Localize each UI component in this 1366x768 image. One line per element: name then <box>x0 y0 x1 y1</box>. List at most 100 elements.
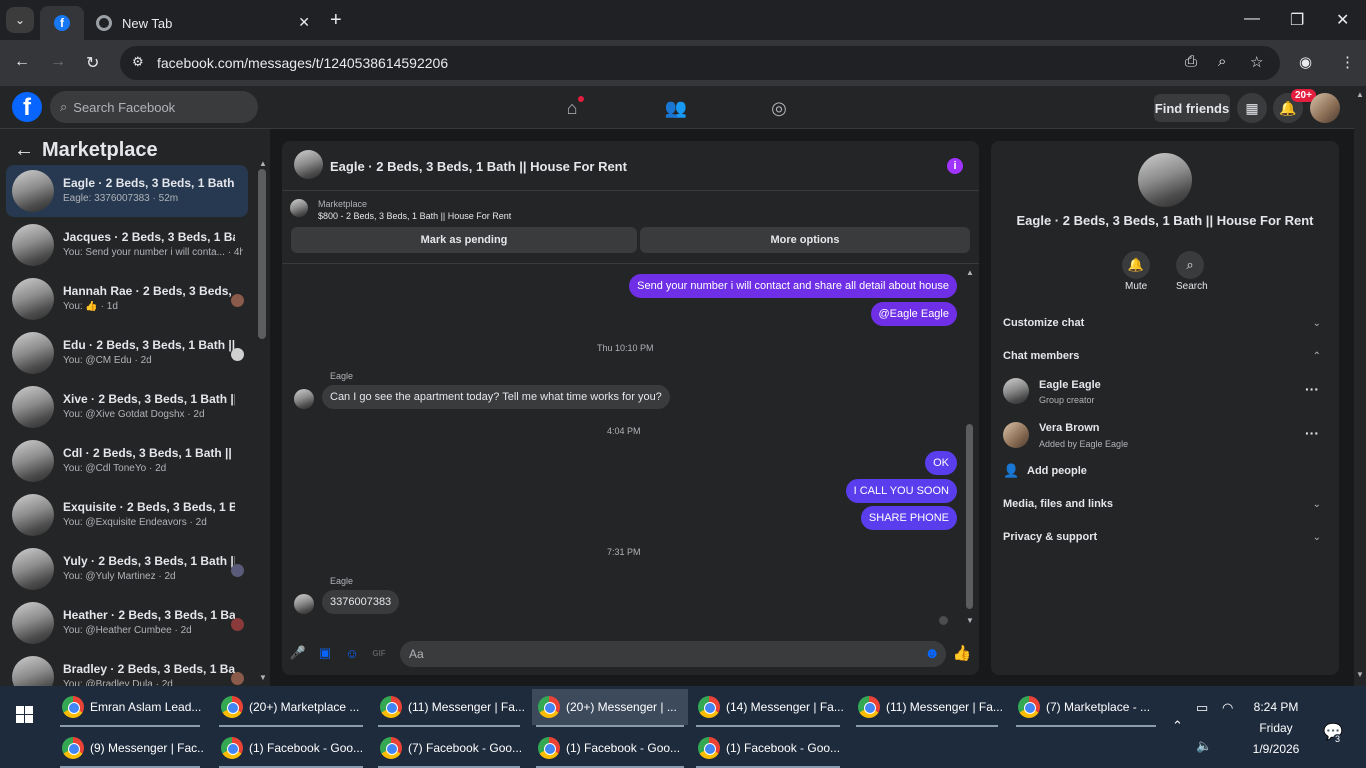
restore-button[interactable]: ❐ <box>1290 10 1304 30</box>
install-app-icon[interactable]: ⎙ <box>1185 53 1197 70</box>
member-avatar[interactable] <box>1003 378 1029 404</box>
message-outgoing[interactable]: OK <box>925 451 957 475</box>
close-tab-icon[interactable]: ✕ <box>298 14 310 31</box>
message-outgoing[interactable]: Send your number i will contact and shar… <box>629 274 957 298</box>
reload-button[interactable]: ↻ <box>86 53 99 73</box>
taskbar-window-button[interactable]: (9) Messenger | Fac... <box>56 730 204 766</box>
photo-icon[interactable]: ▣ <box>317 645 333 661</box>
message-outgoing[interactable]: SHARE PHONE <box>860 506 957 530</box>
clock-time[interactable]: 8:24 PM <box>1244 700 1308 714</box>
taskbar-window-button[interactable]: Emran Aslam Lead... <box>56 689 204 725</box>
windows-start-icon[interactable] <box>16 706 33 723</box>
mute-icon[interactable]: 🔔 <box>1122 251 1150 279</box>
scroll-down-icon[interactable]: ▼ <box>259 673 267 682</box>
search-chat-icon[interactable]: ⌕ <box>1176 251 1204 279</box>
chevron-down-icon[interactable]: ⌄ <box>1313 499 1321 510</box>
taskbar-window-button[interactable]: (1) Facebook - Goo... <box>215 730 367 766</box>
volume-icon[interactable]: 🔈 <box>1196 738 1212 754</box>
page-scroll-down-icon[interactable]: ▼ <box>1356 670 1364 679</box>
member-name[interactable]: Vera Brown <box>1039 422 1100 434</box>
page-scroll-up-icon[interactable]: ▲ <box>1356 90 1364 99</box>
mark-as-pending-button[interactable]: Mark as pending <box>291 227 637 253</box>
message-outgoing[interactable]: @Eagle Eagle <box>870 302 957 326</box>
info-icon[interactable]: i <box>947 158 963 174</box>
chevron-down-icon[interactable]: ⌄ <box>1313 532 1321 543</box>
facebook-logo-icon[interactable]: f <box>12 92 42 122</box>
taskbar-window-button[interactable]: (1) Facebook - Goo... <box>532 730 688 766</box>
groups-icon[interactable]: ◎ <box>767 96 791 120</box>
minimize-button[interactable]: — <box>1244 10 1260 28</box>
chat-avatar[interactable] <box>294 150 323 179</box>
taskbar-window-button[interactable]: (11) Messenger | Fa... <box>852 689 1002 725</box>
new-tab-button[interactable]: + <box>330 9 342 32</box>
conversation-item[interactable]: Edu · 2 Beds, 3 Beds, 1 Bath ||... You: @… <box>6 327 248 379</box>
member-name[interactable]: Eagle Eagle <box>1039 379 1101 391</box>
member-avatar[interactable] <box>1003 422 1029 448</box>
conversation-item[interactable]: Eagle · 2 Beds, 3 Beds, 1 Bath || ... Eag… <box>6 165 248 217</box>
conversation-scrollbar[interactable] <box>258 169 266 339</box>
conversation-item[interactable]: Hannah Rae · 2 Beds, 3 Beds, ... You: 👍 ·… <box>6 273 248 325</box>
find-friends-button[interactable]: Find friends <box>1154 94 1230 122</box>
add-person-icon[interactable]: 👤 <box>1003 463 1019 479</box>
chat-info-avatar[interactable] <box>1138 153 1192 207</box>
chat-members-section[interactable]: Chat members <box>1003 350 1079 362</box>
taskbar-window-button[interactable]: (7) Marketplace - ... <box>1012 689 1160 725</box>
conversation-item[interactable]: Jacques · 2 Beds, 3 Beds, 1 Bath ... You:… <box>6 219 248 271</box>
zoom-icon[interactable]: ⌕ <box>1218 53 1226 70</box>
chevron-up-icon[interactable]: ⌃ <box>1313 351 1321 362</box>
conversation-item[interactable]: Exquisite · 2 Beds, 3 Beds, 1 Bat... You:… <box>6 489 248 541</box>
microphone-icon[interactable]: 🎤 <box>290 645 306 661</box>
show-hidden-icons-chevron-icon[interactable]: ⌃ <box>1172 718 1183 734</box>
clock-day[interactable]: Friday <box>1244 721 1308 735</box>
bookmark-star-icon[interactable]: ☆ <box>1250 53 1263 71</box>
media-files-section[interactable]: Media, files and links <box>1003 498 1113 510</box>
site-info-icon[interactable]: ⚙ <box>132 54 144 70</box>
profile-icon[interactable]: ◉ <box>1299 53 1312 71</box>
back-button[interactable]: ← <box>14 53 30 71</box>
chrome-menu-icon[interactable]: ⋮ <box>1340 53 1355 71</box>
member-options-icon[interactable]: ··· <box>1305 381 1319 397</box>
page-scrollbar[interactable]: ▲ ▼ <box>1354 86 1366 686</box>
tab-new-tab[interactable]: New Tab ✕ <box>84 6 320 40</box>
customize-chat-section[interactable]: Customize chat <box>1003 317 1084 329</box>
taskbar-window-button[interactable]: (7) Facebook - Goo... <box>374 730 524 766</box>
conversation-item[interactable]: Xive · 2 Beds, 3 Beds, 1 Bath || H... You… <box>6 381 248 433</box>
message-input[interactable]: Aa ☻ <box>400 641 946 667</box>
like-icon[interactable]: 👍 <box>953 645 972 662</box>
conversation-item[interactable]: Heather · 2 Beds, 3 Beds, 1 Ba... You: @H… <box>6 597 248 649</box>
forward-button[interactable]: → <box>50 53 66 71</box>
listing-text[interactable]: $800 - 2 Beds, 3 Beds, 1 Bath || House F… <box>318 211 511 221</box>
taskbar-window-button[interactable]: (14) Messenger | Fa... <box>692 689 844 725</box>
battery-icon[interactable]: ▭ <box>1196 700 1208 716</box>
tab-search-button[interactable]: ⌄ <box>6 7 34 33</box>
back-arrow-icon[interactable]: ← <box>14 139 34 161</box>
chat-scrollbar[interactable] <box>966 424 973 609</box>
wifi-icon[interactable]: ◠ <box>1222 700 1233 716</box>
tab-facebook[interactable]: f <box>40 6 84 40</box>
message-incoming[interactable]: Can I go see the apartment today? Tell m… <box>322 385 670 409</box>
account-avatar[interactable] <box>1310 93 1340 123</box>
chat-scroll-up-icon[interactable]: ▲ <box>966 268 974 277</box>
home-icon[interactable]: ⌂ <box>560 96 584 120</box>
listing-thumbnail[interactable] <box>290 199 308 217</box>
add-people-button[interactable]: Add people <box>1027 465 1087 477</box>
taskbar-window-button[interactable]: (11) Messenger | Fa... <box>374 689 524 725</box>
menu-grid-icon[interactable]: ▦ <box>1237 93 1267 123</box>
sender-avatar[interactable] <box>294 594 314 614</box>
chat-title[interactable]: Eagle · 2 Beds, 3 Beds, 1 Bath || House … <box>330 159 627 174</box>
taskbar-window-button[interactable]: (1) Facebook - Goo... <box>692 730 844 766</box>
facebook-search-input[interactable]: ⌕ Search Facebook <box>50 91 258 123</box>
more-options-button[interactable]: More options <box>640 227 970 253</box>
address-bar[interactable]: ⚙ facebook.com/messages/t/12405386145922… <box>120 46 1280 80</box>
message-incoming[interactable]: 3376007383 <box>322 590 400 614</box>
clock-date[interactable]: 1/9/2026 <box>1244 742 1308 756</box>
friends-icon[interactable]: 👥 <box>664 96 688 120</box>
sticker-icon[interactable]: ☺ <box>344 645 360 661</box>
chevron-down-icon[interactable]: ⌄ <box>1313 318 1321 329</box>
conversation-item[interactable]: Yuly · 2 Beds, 3 Beds, 1 Bath ||... You: … <box>6 543 248 595</box>
scroll-up-icon[interactable]: ▲ <box>259 159 267 168</box>
emoji-icon[interactable]: ☻ <box>924 645 940 662</box>
taskbar-window-button[interactable]: (20+) Messenger | ... <box>532 689 688 725</box>
close-window-button[interactable]: ✕ <box>1336 10 1349 30</box>
conversation-item[interactable]: Cdl · 2 Beds, 3 Beds, 1 Bath || H... You:… <box>6 435 248 487</box>
